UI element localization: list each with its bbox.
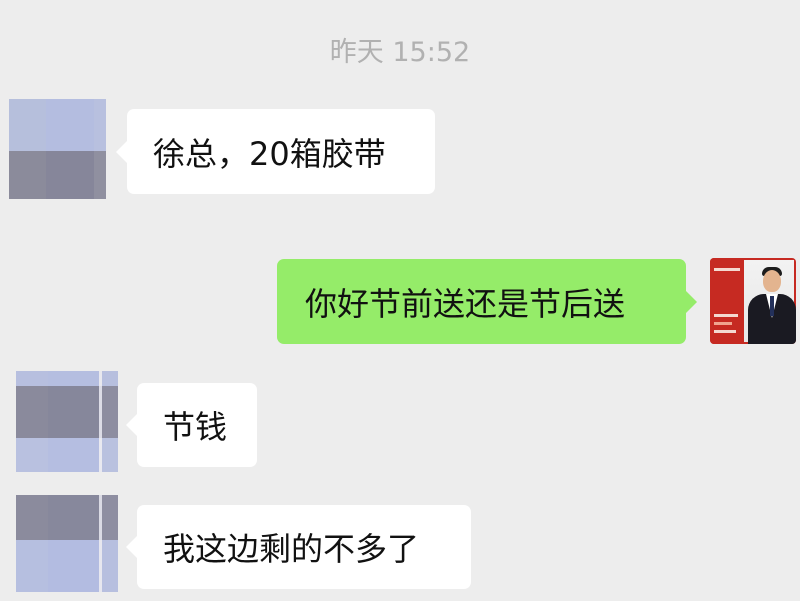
message-text: 节钱 (163, 408, 228, 446)
outgoing-message-bubble[interactable]: 你好节前送还是节后送 (277, 259, 697, 344)
contact-avatar-icon[interactable] (16, 495, 118, 592)
contact-avatar-icon[interactable] (9, 99, 106, 199)
businessman-avatar-icon[interactable] (710, 258, 796, 344)
message-text: 我这边剩的不多了 (163, 530, 420, 568)
incoming-message-bubble[interactable]: 徐总，20箱胶带 (116, 109, 435, 194)
chat-timestamp: 昨天 15:52 (329, 37, 471, 68)
incoming-message-bubble[interactable]: 节钱 (126, 383, 257, 467)
message-text: 你好节前送还是节后送 (305, 284, 626, 323)
contact-avatar-icon[interactable] (16, 371, 118, 472)
incoming-message-bubble[interactable]: 我这边剩的不多了 (126, 505, 471, 589)
message-text: 徐总，20箱胶带 (153, 134, 386, 173)
